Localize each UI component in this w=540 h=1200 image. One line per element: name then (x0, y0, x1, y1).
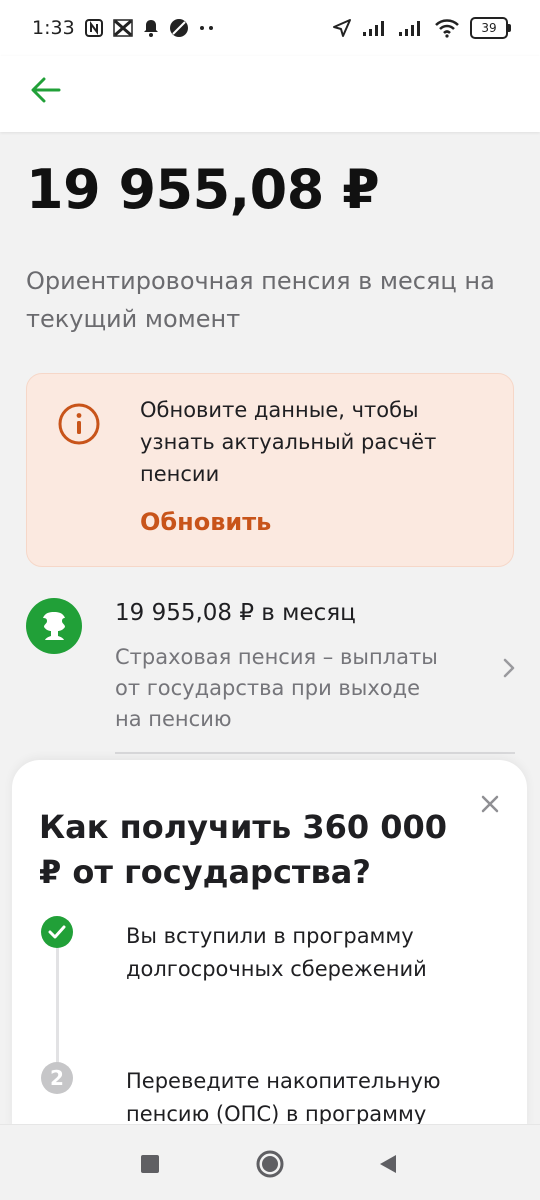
step-2-text: Переведите накопительную пенсию (ОПС) в … (126, 1069, 441, 1126)
bottom-sheet: Как получить 360 000 ₽ от государства? В… (12, 760, 527, 1130)
pension-amount-title: 19 955,08 ₽ (26, 158, 380, 221)
battery-icon: 39 (470, 17, 511, 39)
recents-button[interactable] (135, 1149, 165, 1179)
arrow-left-icon (31, 77, 61, 103)
step-done-check-icon (41, 916, 73, 948)
sfr-logo-icon (26, 598, 82, 654)
step-2-number: 2 (41, 1062, 73, 1094)
status-time: 1:33 (32, 17, 75, 39)
chevron-right-icon (503, 658, 515, 678)
insurance-pension-amount: 19 955,08 ₽ в месяц (115, 600, 356, 626)
system-back-button[interactable] (373, 1149, 403, 1179)
back-button[interactable] (26, 70, 66, 110)
status-left: 1:33 (32, 17, 215, 39)
nfc-icon (84, 19, 103, 37)
more-dots-icon (199, 25, 215, 31)
row-divider (115, 752, 515, 754)
status-right: 39 (332, 17, 511, 39)
home-button[interactable] (255, 1149, 285, 1179)
close-button[interactable] (476, 790, 504, 818)
insurance-pension-row[interactable]: 19 955,08 ₽ в месяц Страховая пенсия – в… (0, 588, 540, 753)
dnd-icon (169, 18, 189, 38)
signal-icon (398, 19, 424, 37)
home-circle-icon (256, 1150, 284, 1178)
sheet-title: Как получить 360 000 ₽ от государства? (39, 808, 448, 891)
step-1-text: Вы вступили в программу долгосрочных сбе… (126, 924, 427, 981)
signal-icon (362, 19, 388, 37)
x-app-icon (112, 19, 133, 37)
location-arrow-icon (332, 18, 352, 38)
info-icon (58, 403, 100, 445)
wifi-icon (434, 18, 460, 38)
insurance-pension-description: Страховая пенсия – выплаты от государств… (115, 645, 438, 731)
update-data-card: Обновите данные, чтобы узнать актуальный… (26, 373, 514, 567)
close-icon (481, 795, 499, 813)
pension-subtitle: Ориентировочная пенсия в месяц на текущи… (26, 267, 495, 333)
bell-icon (143, 19, 159, 37)
recents-square-icon (141, 1155, 159, 1173)
update-card-text: Обновите данные, чтобы узнать актуальный… (140, 398, 437, 486)
app-header (0, 56, 540, 132)
system-nav-bar (0, 1124, 540, 1200)
update-button[interactable]: Обновить (140, 508, 271, 536)
back-triangle-icon (380, 1155, 396, 1173)
status-bar: 1:33 39 (0, 0, 540, 56)
